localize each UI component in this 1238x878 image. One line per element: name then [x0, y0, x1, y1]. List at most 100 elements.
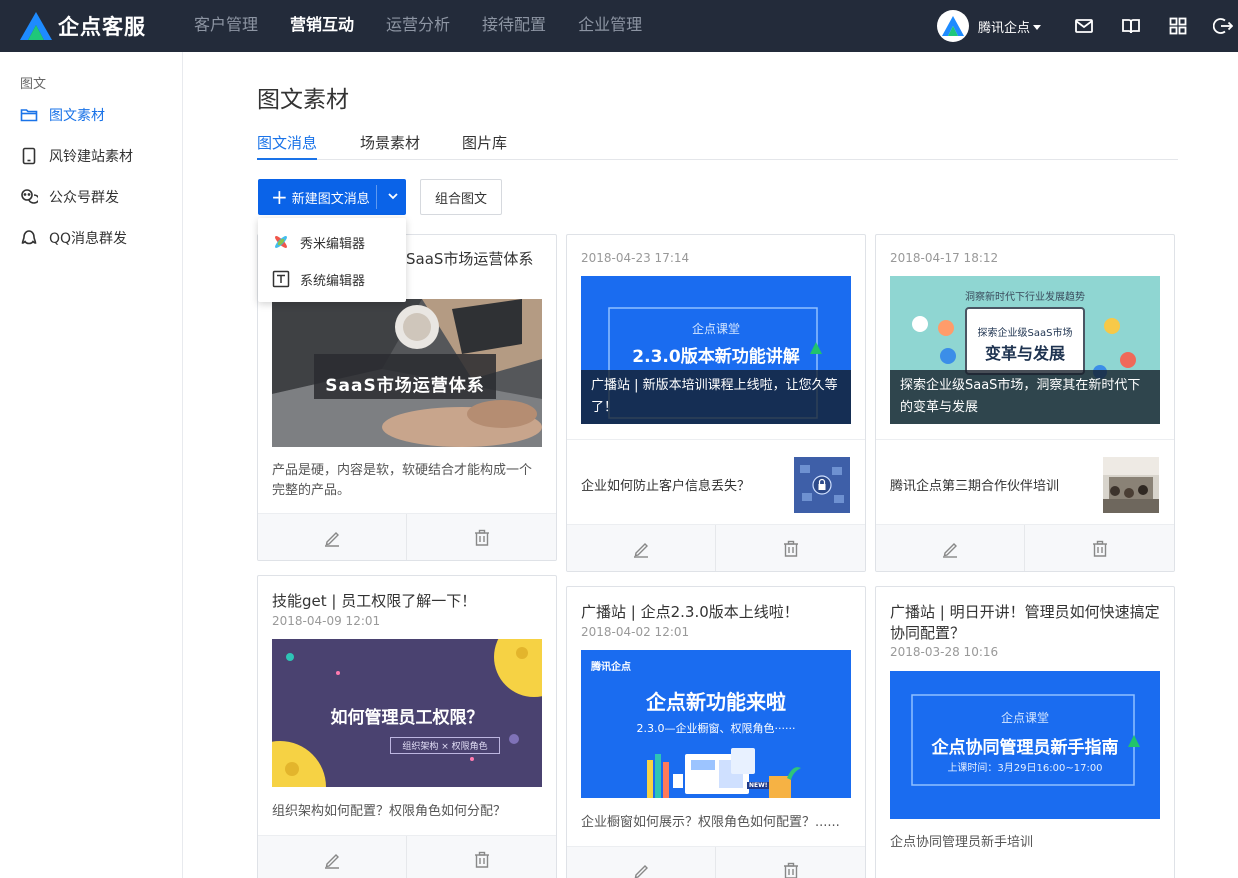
card-description-line: 完整的产品。 — [272, 483, 351, 498]
cover-title-text: 如何管理员工权限？ — [330, 708, 484, 728]
sub-article-item[interactable]: 企业如何防止客户信息丢失？ — [567, 439, 865, 525]
cover-subtitle: 洞察新时代下行业发展趋势 — [965, 292, 1085, 303]
sidebar-item-graphic-materials[interactable]: 图文素材 — [20, 103, 105, 127]
new-graphic-message-button[interactable]: + 新建图文消息 — [258, 179, 406, 215]
article-card[interactable]: 2018-04-23 17:14 企点课堂 2.3.0版本新功能讲解 广播站 |… — [566, 234, 866, 572]
card-date: 2018-03-28 10:16 — [890, 645, 999, 659]
trash-icon — [783, 540, 798, 557]
sub-article-item[interactable]: 腾讯企点第三期合作伙伴培训 — [876, 439, 1174, 525]
card-cover-image[interactable]: 腾讯企点 企点新功能来啦 2.3.0—企业橱窗、权限角色······ NEW! — [581, 650, 851, 798]
wechat-broadcast-icon — [21, 189, 38, 204]
pencil-icon — [634, 543, 648, 558]
sidebar-item-label: 风铃建站素材 — [49, 149, 133, 165]
menu-item-label: 系统编辑器 — [300, 273, 366, 289]
cover-caption: 广播站 | 新版本培训课程上线啦，让您久等了！ — [581, 370, 851, 424]
nav-item-analytics[interactable]: 运营分析 — [370, 0, 466, 52]
company-logo-icon — [942, 16, 964, 36]
edit-button[interactable] — [258, 836, 407, 878]
card-description-line: 产品是硬，内容是软，软硬结合才能构成一个 — [272, 463, 533, 478]
sidebar-item-label: QQ消息群发 — [49, 231, 128, 247]
article-card[interactable]: 广播站 | 明日开讲！管理员如何快速搞定 协同配置？ 2018-03-28 10… — [875, 586, 1175, 878]
chevron-down-icon[interactable] — [386, 189, 400, 203]
qq-broadcast-icon — [21, 230, 37, 245]
cover-schedule: 上课时间：3月29日16:00~17:00 — [947, 763, 1103, 774]
tab-image-library[interactable]: 图片库 — [462, 132, 507, 160]
tab-scene-materials[interactable]: 场景素材 — [360, 132, 420, 160]
avatar[interactable] — [937, 10, 969, 42]
caret-down-icon — [1033, 25, 1042, 30]
delete-button[interactable] — [407, 514, 556, 560]
logout-icon[interactable] — [1212, 16, 1234, 36]
card-cover-image[interactable]: 企点课堂 企点协同管理员新手指南 上课时间：3月29日16:00~17:00 — [890, 671, 1160, 819]
card-cover-image[interactable]: 企点课堂 2.3.0版本新功能讲解 广播站 | 新版本培训课程上线啦，让您久等了… — [581, 276, 851, 424]
nav-item-reception-config[interactable]: 接待配置 — [466, 0, 562, 52]
menu-item-xiumi-editor[interactable]: 秀米编辑器 — [272, 231, 365, 253]
card-title: 广播站 | 明日开讲！管理员如何快速搞定 协同配置？ — [890, 602, 1160, 644]
trash-icon — [474, 851, 489, 868]
trash-icon — [783, 862, 798, 878]
delete-button[interactable] — [716, 525, 865, 571]
edit-button[interactable] — [258, 514, 407, 560]
delete-button[interactable] — [407, 836, 556, 878]
sub-article-thumbnail — [1103, 457, 1159, 513]
delete-button[interactable] — [716, 847, 865, 878]
card-cover-image[interactable]: 洞察新时代下行业发展趋势 探索企业级SaaS市场 变革与发展 探索企业级SaaS… — [890, 276, 1160, 424]
xiumi-icon — [275, 236, 287, 248]
combine-graphics-button[interactable]: 组合图文 — [420, 179, 502, 215]
edit-button[interactable] — [567, 847, 716, 878]
new-message-dropdown: 秀米编辑器 系统编辑器 — [258, 218, 406, 302]
new-badge: NEW! — [747, 782, 770, 789]
card-description: 企业橱窗如何展示？权限角色如何配置？...... — [581, 815, 840, 830]
nav-item-customer-management[interactable]: 客户管理 — [178, 0, 274, 52]
card-actions — [567, 524, 865, 571]
cover-subtitle: 组织架构 × 权限角色 — [390, 737, 500, 754]
cover-brand: 腾讯企点 — [591, 662, 631, 673]
card-actions — [258, 835, 556, 878]
pencil-icon — [325, 532, 339, 547]
nav-item-enterprise-management[interactable]: 企业管理 — [562, 0, 658, 52]
sub-article-thumbnail — [794, 457, 850, 513]
article-card[interactable]: 技能get | 员工权限了解一下！ 2018-04-09 12:01 如何管理员… — [257, 575, 557, 878]
article-card[interactable]: 2018-04-17 18:12 洞察新时代下行业发展趋势 探索企业级SaaS市… — [875, 234, 1175, 572]
cover-subtitle: 企点课堂 — [691, 322, 740, 336]
top-navigation-bar: 企点客服 客户管理 营销互动 运营分析 接待配置 企业管理 腾讯企点 — [0, 0, 1238, 52]
cover-title-text: SaaS市场运营体系 — [325, 376, 485, 396]
app-logo[interactable]: 企点客服 — [18, 10, 178, 42]
button-divider — [376, 185, 377, 209]
edit-button[interactable] — [567, 525, 716, 571]
apps-grid-icon[interactable] — [1168, 16, 1188, 36]
sidebar-item-wechat-broadcast[interactable]: 公众号群发 — [20, 185, 119, 209]
menu-item-label: 秀米编辑器 — [300, 236, 366, 252]
mail-icon[interactable] — [1074, 16, 1094, 36]
tablet-icon — [22, 147, 36, 165]
security-thumbnail — [794, 457, 850, 513]
pencil-icon — [325, 854, 339, 869]
tab-bar: 图文消息 场景素材 图片库 — [257, 124, 1178, 160]
pencil-icon — [634, 865, 648, 878]
card-description: 产品是硬，内容是软，软硬结合才能构成一个 完整的产品。 — [272, 461, 542, 501]
book-icon[interactable] — [1121, 16, 1141, 36]
cover-line: 探索企业级SaaS市场 — [977, 328, 1073, 339]
menu-item-system-editor[interactable]: 系统编辑器 — [272, 268, 365, 290]
folder-icon — [20, 109, 38, 122]
card-description: 组织架构如何配置？权限角色如何分配？ — [272, 804, 507, 819]
sidebar-item-fengling-materials[interactable]: 风铃建站素材 — [20, 144, 133, 168]
user-menu[interactable]: 腾讯企点 — [978, 17, 1042, 36]
edit-button[interactable] — [876, 525, 1025, 571]
sidebar-item-qq-broadcast[interactable]: QQ消息群发 — [20, 226, 127, 250]
cover-subtitle: 2.3.0—企业橱窗、权限角色······ — [636, 722, 796, 735]
card-title-line: 协同配置？ — [890, 624, 966, 642]
card-cover-image[interactable]: SaaS市场运营体系 — [272, 299, 542, 447]
delete-button[interactable] — [1025, 525, 1174, 571]
training-photo-thumbnail — [1103, 457, 1159, 513]
tab-graphic-messages[interactable]: 图文消息 — [257, 132, 318, 160]
card-cover-image[interactable]: 如何管理员工权限？ 组织架构 × 权限角色 — [272, 639, 542, 787]
nav-item-marketing[interactable]: 营销互动 — [274, 0, 370, 52]
qidian-logo-icon — [20, 12, 52, 40]
article-card[interactable]: 广播站 | 企点2.3.0版本上线啦！ 2018-04-02 12:01 腾讯企… — [566, 586, 866, 878]
new-button-label: 新建图文消息 — [291, 191, 370, 207]
sub-article-title: 腾讯企点第三期合作伙伴培训 — [890, 479, 1060, 494]
card-date: 2018-04-23 17:14 — [581, 251, 690, 265]
cover-title-text: 变革与发展 — [984, 344, 1065, 363]
sidebar-item-label: 公众号群发 — [49, 190, 119, 206]
